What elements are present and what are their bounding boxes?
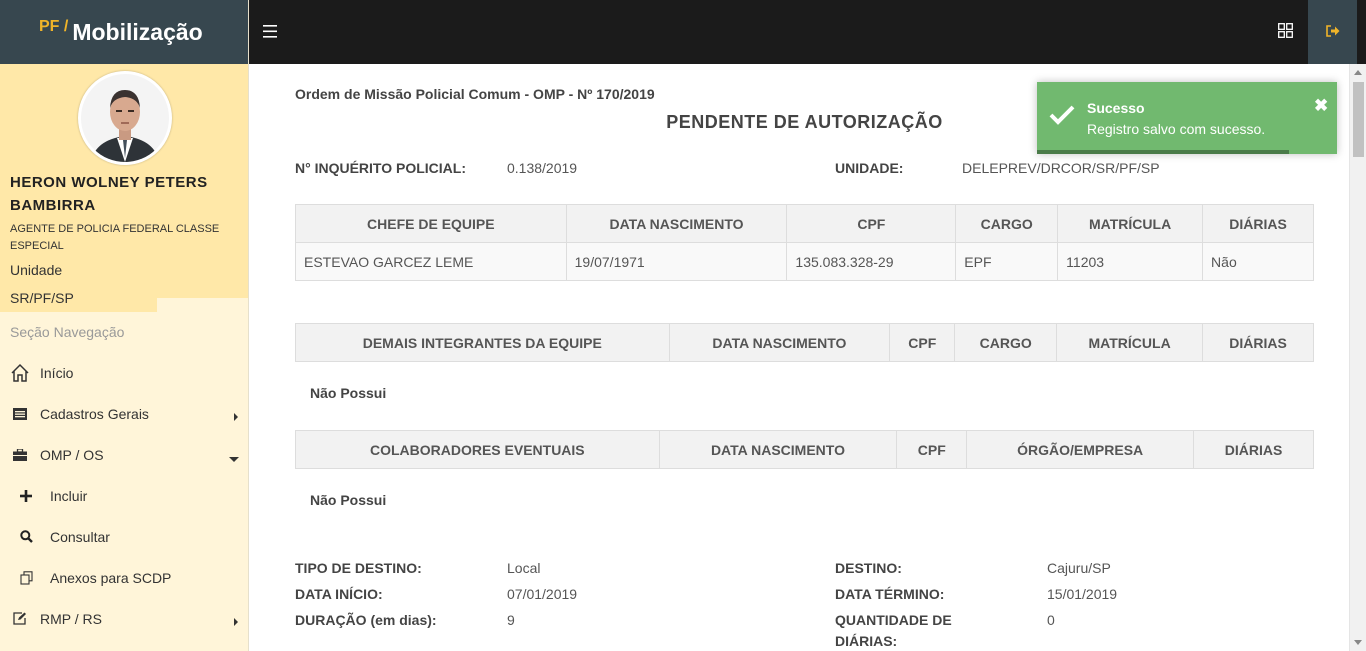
column-header: MATRÍCULA	[1057, 204, 1204, 243]
copy-icon	[16, 568, 36, 588]
quantidade-diarias-label-2: DIÁRIAS:	[835, 633, 898, 649]
avatar	[78, 71, 172, 165]
scrollbar[interactable]	[1349, 64, 1366, 651]
table-header-row: COLABORADORES EVENTUAIS DATA NASCIMENTO …	[295, 430, 1314, 469]
table-cell: EPF	[955, 242, 1059, 281]
column-header: CPF	[889, 323, 956, 362]
scrollbar-thumb[interactable]	[1353, 82, 1364, 157]
topbar	[249, 0, 1366, 64]
column-header: MATRÍCULA	[1056, 323, 1204, 362]
table-cell: ESTEVAO GARCEZ LEME	[295, 242, 567, 281]
table-header-row: CHEFE DE EQUIPE DATA NASCIMENTO CPF CARG…	[295, 204, 1314, 243]
toast-progress-bar	[1037, 150, 1289, 154]
duracao-value: 9	[507, 612, 515, 628]
unidade-value: DELEPREV/DRCOR/SR/PF/SP	[962, 160, 1160, 176]
nav-item-inicio[interactable]: Início	[0, 352, 249, 393]
nav-section-title: Seção Navegação	[10, 324, 125, 340]
caret-right-icon	[233, 614, 239, 630]
caret-right-icon	[233, 409, 239, 425]
unit-label: Unidade	[10, 262, 63, 278]
data-inicio-value: 07/01/2019	[507, 586, 578, 602]
table-cell: 19/07/1971	[565, 242, 788, 281]
menu-toggle-icon[interactable]	[263, 22, 279, 42]
brand-prefix: PF /	[39, 18, 69, 35]
column-header: DIÁRIAS	[1202, 323, 1314, 362]
quantidade-diarias-value: 0	[1047, 612, 1055, 628]
column-header: CARGO	[954, 323, 1058, 362]
column-header: DATA NASCIMENTO	[658, 430, 898, 469]
table-cell: Não	[1202, 242, 1314, 281]
colaboradores-table: COLABORADORES EVENTUAIS DATA NASCIMENTO …	[295, 430, 1314, 469]
logout-button[interactable]	[1308, 0, 1357, 64]
demais-empty-text: Não Possui	[310, 385, 387, 401]
omp-title: Ordem de Missão Policial Comum - OMP - N…	[295, 86, 655, 102]
column-header: CHEFE DE EQUIPE	[295, 204, 567, 243]
user-name: HERON WOLNEY PETERS BAMBIRRA	[10, 174, 208, 214]
column-header: CPF	[786, 204, 957, 243]
inquerito-label: N° INQUÉRITO POLICIAL:	[295, 160, 467, 176]
plus-icon	[16, 486, 36, 506]
scroll-up-icon[interactable]	[1354, 70, 1362, 75]
sidebar: PF / Mobilização HERON WOLNEY PETERS BAM…	[0, 0, 249, 651]
table-row: ESTEVAO GARCEZ LEME 19/07/1971 135.083.3…	[295, 242, 1314, 281]
brand-title: Mobilização	[72, 18, 203, 45]
table-cell: 135.083.328-29	[786, 242, 957, 281]
nav-item-label: Incluir	[50, 487, 88, 504]
scroll-down-icon[interactable]	[1354, 640, 1362, 645]
brand[interactable]: PF / Mobilização	[0, 0, 248, 64]
tipo-destino-value: Local	[507, 560, 541, 576]
destino-value: Cajuru/SP	[1047, 560, 1111, 576]
destino-label: DESTINO:	[835, 560, 902, 576]
unit-value: SR/PF/SP	[10, 290, 74, 306]
tipo-destino-label: TIPO DE DESTINO:	[295, 560, 422, 576]
column-header: ÓRGÃO/EMPRESA	[966, 430, 1195, 469]
nav-item-omp-os[interactable]: OMP / OS	[0, 434, 249, 475]
data-termino-label: DATA TÉRMINO:	[835, 586, 945, 602]
column-header: CPF	[896, 430, 968, 469]
unidade-label: UNIDADE:	[835, 160, 904, 176]
nav-item-label: RMP / RS	[40, 610, 102, 627]
nav-item-label: Cadastros Gerais	[40, 405, 149, 422]
edit-icon	[10, 609, 30, 629]
briefcase-icon	[10, 445, 30, 465]
toast-message: Registro salvo com sucesso.	[1087, 121, 1266, 137]
column-header: COLABORADORES EVENTUAIS	[295, 430, 660, 469]
search-icon	[16, 527, 36, 547]
table-cell: 11203	[1057, 242, 1204, 281]
nav-item-label: Anexos para SCDP	[50, 569, 172, 586]
column-header: DEMAIS INTEGRANTES DA EQUIPE	[295, 323, 670, 362]
column-header: DATA NASCIMENTO	[668, 323, 891, 362]
success-toast[interactable]: Sucesso Registro salvo com sucesso. ✖	[1037, 82, 1337, 154]
home-icon	[10, 363, 30, 383]
column-header: CARGO	[955, 204, 1059, 243]
column-header: DIÁRIAS	[1202, 204, 1314, 243]
duracao-label: DURAÇÃO (em dias):	[295, 612, 437, 628]
close-icon[interactable]: ✖	[1314, 96, 1328, 116]
list-icon	[10, 404, 30, 424]
demais-integrantes-table: DEMAIS INTEGRANTES DA EQUIPE DATA NASCIM…	[295, 323, 1314, 362]
nav-item-label: Consultar	[50, 528, 110, 545]
nav-item-incluir[interactable]: Incluir	[0, 475, 249, 516]
user-role: AGENTE DE POLICIA FEDERAL CLASSE ESPECIA…	[10, 223, 220, 252]
data-termino-value: 15/01/2019	[1047, 586, 1118, 602]
column-header: DATA NASCIMENTO	[565, 204, 788, 243]
column-header: DIÁRIAS	[1193, 430, 1314, 469]
sign-out-icon	[1325, 24, 1340, 40]
nav-item-cadastros-gerais[interactable]: Cadastros Gerais	[0, 393, 249, 434]
caret-down-icon	[229, 450, 239, 466]
grid-icon[interactable]	[1278, 23, 1293, 41]
chefe-equipe-table: CHEFE DE EQUIPE DATA NASCIMENTO CPF CARG…	[295, 204, 1314, 281]
nav-item-anexos-scdp[interactable]: Anexos para SCDP	[0, 557, 249, 598]
nav-item-label: OMP / OS	[40, 446, 104, 463]
data-inicio-label: DATA INÍCIO:	[295, 586, 383, 602]
nav-item-consultar[interactable]: Consultar	[0, 516, 249, 557]
nav-item-rmp-rs[interactable]: RMP / RS	[0, 598, 249, 639]
colaboradores-empty-text: Não Possui	[310, 492, 387, 508]
table-header-row: DEMAIS INTEGRANTES DA EQUIPE DATA NASCIM…	[295, 323, 1314, 362]
inquerito-value: 0.138/2019	[507, 160, 578, 176]
toast-title: Sucesso	[1087, 100, 1145, 116]
quantidade-diarias-label: QUANTIDADE DE	[835, 612, 952, 628]
check-icon	[1049, 104, 1075, 129]
nav-item-label: Início	[40, 364, 74, 381]
